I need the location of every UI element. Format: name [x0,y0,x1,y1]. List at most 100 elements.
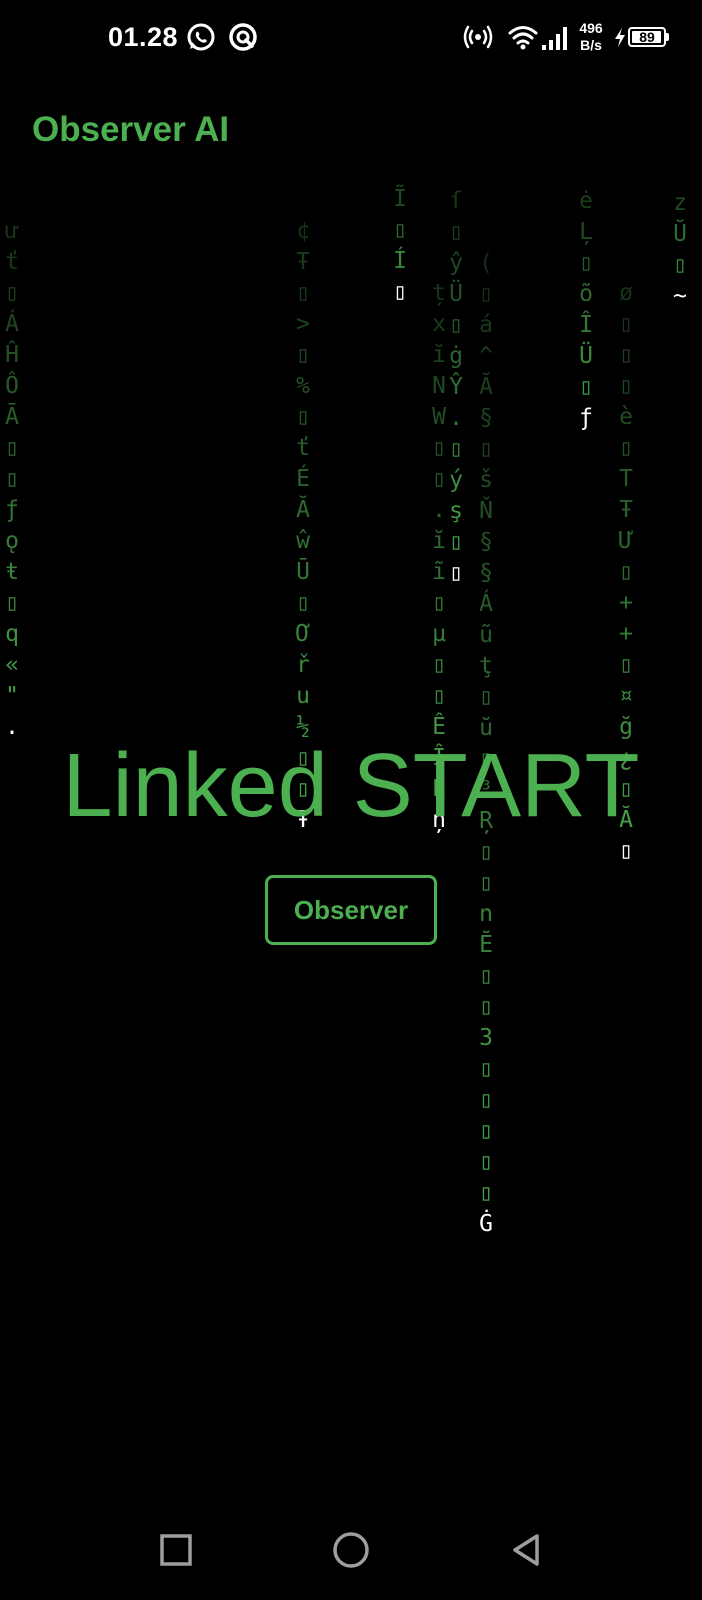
rain-char: Ĕ [479,932,493,958]
rain-char: ř [296,652,310,678]
rain-char: W [432,404,446,430]
rain-char: Ň [479,498,493,524]
home-circle-icon[interactable] [326,1525,376,1575]
rain-column: ư ť ▯ Á Ĥ Ô Ā ▯ ▯ ƒ ǫ ŧ ▯ q «". [0,216,24,743]
rain-char: ▯ [449,436,463,462]
rain-char: ý [449,467,463,493]
rain-char: Ĥ [5,342,19,368]
rain-char: > [296,311,310,337]
rain-char: ũ [479,622,493,648]
rain-char: ▯ [479,1087,493,1113]
rain-char: ( [479,250,493,276]
rain-char: ş [449,498,463,524]
rain-char: Á [5,311,19,337]
rain-char: ▯ [479,1180,493,1206]
rain-char: ▯ [479,436,493,462]
rain-char: ſ [449,188,463,214]
rain-char: ▯ [296,404,310,430]
rain-char: T [619,466,633,492]
rain-char: ġ [449,343,463,369]
rain-char: Ŧ [619,497,633,523]
net-speed-unit: B/s [580,37,602,53]
rain-char: ĭ [432,528,446,554]
rain-char: ▯ [432,590,446,616]
rain-char: ▯ [479,684,493,710]
rain-char: Ơ [296,621,310,647]
rain-char: Ü [579,343,593,369]
rain-char: ▯ [449,529,463,555]
rain-char: ▯ [449,560,463,586]
rain-char: . [432,497,446,523]
rain-char: ▯ [393,279,407,305]
rain-char: ▯ [296,590,310,616]
wifi-icon [508,22,538,52]
rain-char: ▯ [619,838,633,864]
rain-char: ▯ [479,870,493,896]
rain-char: Í [393,248,407,274]
rain-char: ▯ [579,374,593,400]
rain-char: § [479,560,493,586]
rain-char: ▯ [5,466,19,492]
recents-square-icon[interactable] [151,1525,201,1575]
rain-char: ŵ [296,528,310,554]
rain-char: Ŧ [296,249,310,275]
hero-title: Linked START [62,736,640,836]
battery-level: 89 [639,29,655,45]
rain-char: « [5,652,19,678]
rain-char: Ô [5,373,19,399]
rain-char: ▯ [619,435,633,461]
rain-char: + [619,590,633,616]
rain-char: % [296,373,310,399]
rain-char: Ā [5,404,19,430]
rain-char: ▯ [479,963,493,989]
rain-char: Î [579,312,593,338]
rain-char: ▯ [479,1056,493,1082]
rain-char: ^ [479,343,493,369]
rain-char: ▯ [579,250,593,276]
rain-char: ƒ [5,497,19,523]
rain-char: ▯ [619,373,633,399]
rain-char: õ [579,281,593,307]
rain-char: ~ [673,283,687,309]
rain-char: Á [479,591,493,617]
rain-char: § [479,405,493,431]
rain-char: ¤ [619,683,633,709]
rain-column: z Ŭ ▯ ~ [668,188,692,312]
rain-char: N [432,373,446,399]
rain-char: ø [619,280,633,306]
charging-icon [612,22,628,52]
rain-char: Ŭ [673,221,687,247]
rain-char: ▯ [479,1149,493,1175]
rain-char: ė [579,188,593,214]
rain-char: ▯ [479,281,493,307]
rain-char: ▯ [5,280,19,306]
status-time: 01.28 [108,22,179,52]
rain-char: ĭ [432,342,446,368]
rain-char: ư [5,218,19,244]
rain-char: Ū [296,559,310,585]
rain-char: ▯ [296,342,310,368]
rain-char: ▯ [619,311,633,337]
rain-char: x [432,311,446,337]
rain-char: Ļ [579,219,593,245]
rain-char: ▯ [393,217,407,243]
app-notification-icon [228,22,258,52]
rain-char: Ġ [479,1211,493,1237]
rain-char: ▯ [432,466,446,492]
rain-char: Ŷ [449,374,463,400]
rain-char: q [5,621,19,647]
rain-char: n [479,901,493,927]
rain-char: ▯ [5,435,19,461]
back-triangle-icon[interactable] [502,1525,552,1575]
rain-char: + [619,621,633,647]
rain-char: u [296,683,310,709]
observer-button[interactable]: Observer [265,875,437,945]
rain-char: ▯ [479,994,493,1020]
rain-char: ▯ [479,839,493,865]
rain-char: ț [432,280,446,306]
rain-char: ▯ [449,312,463,338]
rain-char: ▯ [5,590,19,616]
rain-char: ▯ [619,342,633,368]
battery-icon: 89 [628,27,666,47]
net-speed: 496 B/s [574,20,608,54]
